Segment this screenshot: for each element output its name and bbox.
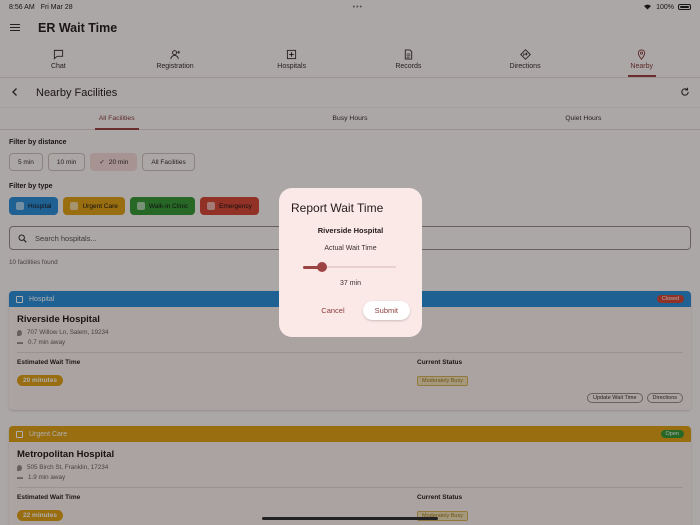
slider-label: Actual Wait Time <box>324 245 377 252</box>
slider-value: 37 min <box>339 280 361 287</box>
report-wait-time-dialog: Report Wait Time Riverside Hospital Actu… <box>279 188 422 337</box>
dialog-facility-name: Riverside Hospital <box>317 226 384 235</box>
home-indicator <box>262 517 438 520</box>
wait-time-slider[interactable] <box>303 260 396 274</box>
cancel-button[interactable]: Cancel <box>313 302 352 319</box>
slider-thumb[interactable] <box>316 262 327 272</box>
submit-button[interactable]: Submit <box>362 301 410 320</box>
dialog-title: Report Wait Time <box>291 201 384 215</box>
